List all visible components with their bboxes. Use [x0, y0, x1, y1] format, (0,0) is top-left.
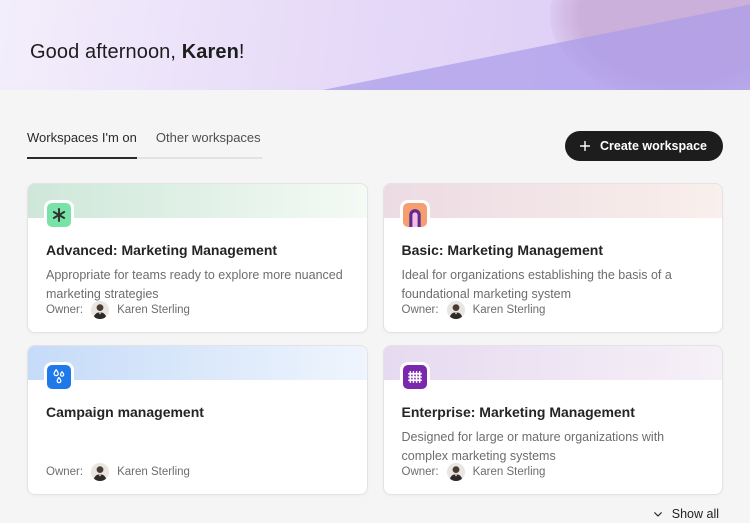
toolbar-row: Workspaces I'm on Other workspaces Creat…: [27, 130, 723, 161]
workspace-card-advanced[interactable]: Advanced: Marketing Management Appropria…: [27, 183, 368, 333]
workspace-tabs: Workspaces I'm on Other workspaces: [27, 130, 262, 159]
owner-label: Owner:: [401, 304, 439, 316]
hero-banner: Good afternoon, Karen!: [0, 0, 750, 90]
owner-name: Karen Sterling: [472, 304, 546, 316]
card-description: Ideal for organizations establishing the…: [401, 268, 672, 302]
tab-other-workspaces[interactable]: Other workspaces: [137, 130, 262, 159]
owner-label: Owner:: [401, 466, 439, 478]
workspace-card-enterprise[interactable]: Enterprise: Marketing Management Designe…: [382, 345, 723, 495]
raindrops-icon: [44, 362, 74, 392]
owner-label: Owner:: [46, 304, 84, 316]
show-all-label: Show all: [671, 507, 719, 521]
greeting-name: Karen: [181, 41, 239, 63]
card-title: Advanced: Marketing Management: [46, 242, 278, 258]
owner-label: Owner:: [46, 466, 84, 478]
card-owner-row: Owner: Karen Sterling: [401, 301, 546, 319]
owner-avatar: [91, 463, 110, 481]
owner-avatar: [446, 301, 465, 319]
card-header-band: [28, 184, 367, 218]
card-body: Basic: Marketing Management Ideal for or…: [384, 218, 723, 305]
plus-icon: [578, 139, 592, 153]
workspace-card-grid: Advanced: Marketing Management Appropria…: [27, 183, 723, 495]
card-header-band: [383, 184, 722, 218]
card-body: Advanced: Marketing Management Appropria…: [28, 218, 367, 305]
card-owner-row: Owner: Karen Sterling: [401, 463, 546, 481]
owner-avatar: [446, 463, 465, 481]
hash-grid-icon: [399, 362, 430, 392]
greeting-suffix: !: [238, 41, 245, 63]
rainbow-arch-icon: [399, 200, 430, 230]
workspace-card-campaign[interactable]: Campaign management Owner: Karen Sterlin…: [27, 345, 368, 495]
tab-workspaces-im-on[interactable]: Workspaces I'm on: [27, 130, 137, 159]
card-owner-row: Owner: Karen Sterling: [46, 463, 190, 481]
card-body: Enterprise: Marketing Management Designe…: [384, 380, 723, 467]
show-all-row: Show all: [27, 507, 723, 521]
show-all-button[interactable]: Show all: [652, 507, 719, 521]
card-header-band: [383, 346, 722, 380]
card-header-band: [28, 346, 367, 380]
card-body: Campaign management: [28, 380, 367, 420]
chevron-down-icon: [652, 508, 664, 520]
card-description: Appropriate for teams ready to explore m…: [46, 268, 343, 302]
owner-name: Karen Sterling: [117, 304, 190, 316]
greeting-heading: Good afternoon, Karen!: [30, 41, 245, 64]
card-title: Campaign management: [46, 404, 204, 420]
greeting-prefix: Good afternoon,: [30, 41, 182, 63]
owner-name: Karen Sterling: [117, 466, 190, 478]
asterisk-icon: [44, 200, 74, 230]
create-workspace-label: Create workspace: [599, 139, 707, 153]
card-owner-row: Owner: Karen Sterling: [46, 301, 190, 319]
card-description: Designed for large or mature organizatio…: [401, 430, 665, 464]
workspace-card-basic[interactable]: Basic: Marketing Management Ideal for or…: [382, 183, 723, 333]
card-title: Basic: Marketing Management: [401, 242, 604, 258]
owner-avatar: [91, 301, 110, 319]
owner-name: Karen Sterling: [472, 466, 546, 478]
main-content: Workspaces I'm on Other workspaces Creat…: [0, 90, 750, 521]
create-workspace-button[interactable]: Create workspace: [564, 131, 723, 161]
card-title: Enterprise: Marketing Management: [401, 404, 635, 420]
